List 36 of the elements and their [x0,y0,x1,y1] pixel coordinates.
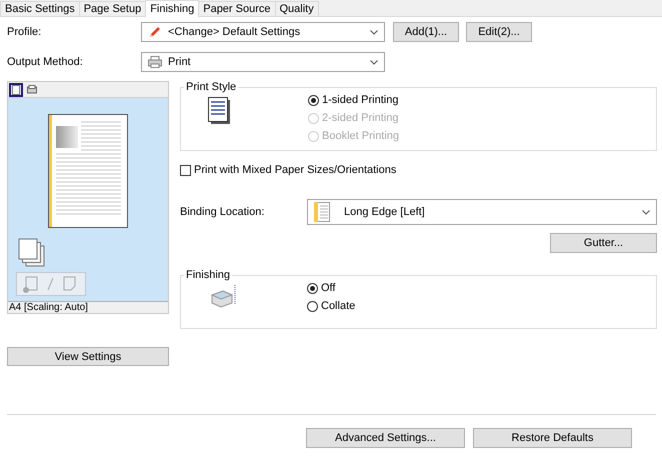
restore-defaults-button[interactable]: Restore Defaults [473,428,632,448]
output-method-dropdown[interactable]: Print [141,52,385,72]
advanced-settings-button[interactable]: Advanced Settings... [306,428,465,448]
profile-dropdown[interactable]: <Change> Default Settings [141,22,385,42]
output-method-label: Output Method: [6,56,84,68]
radio-option[interactable]: 1-sided Printing [308,93,400,107]
printer-icon [148,56,162,68]
printer-view-icon[interactable] [25,82,39,96]
page-view-icon[interactable] [9,82,23,96]
document-icon [208,97,232,125]
paper-size-status: A4 [Scaling: Auto] [8,301,168,313]
tab[interactable]: Page Setup [78,1,146,16]
view-settings-button[interactable]: View Settings [7,347,169,366]
tab[interactable]: Finishing [145,0,200,17]
staple-options-icon [16,272,86,296]
gutter-button[interactable]: Gutter... [550,233,657,253]
binding-location-dropdown[interactable]: Long Edge [Left] [307,199,657,225]
tab[interactable]: Paper Source [198,1,276,16]
paper-stack-icon [211,283,237,309]
dropdown-caret-icon [642,210,650,214]
edit-button[interactable]: Edit(2)... [466,22,532,42]
mixed-paper-checkbox[interactable]: Print with Mixed Paper Sizes/Orientations [180,163,396,177]
group-title: Print Style [185,81,238,93]
profile-label: Profile: [6,26,42,38]
group-title: Finishing [185,269,232,281]
radio-option[interactable]: Collate [307,299,356,313]
binding-location-label: Binding Location: [180,206,266,218]
copies-icon [18,238,46,268]
tab[interactable]: Basic Settings [0,1,80,16]
dropdown-caret-icon [370,30,378,34]
pencil-icon [148,25,162,39]
add-button[interactable]: Add(1)... [393,22,459,42]
radio-option[interactable]: Off [307,281,356,295]
dropdown-caret-icon [370,60,378,64]
tab[interactable]: Quality [274,1,319,16]
notepad-icon [314,202,330,222]
